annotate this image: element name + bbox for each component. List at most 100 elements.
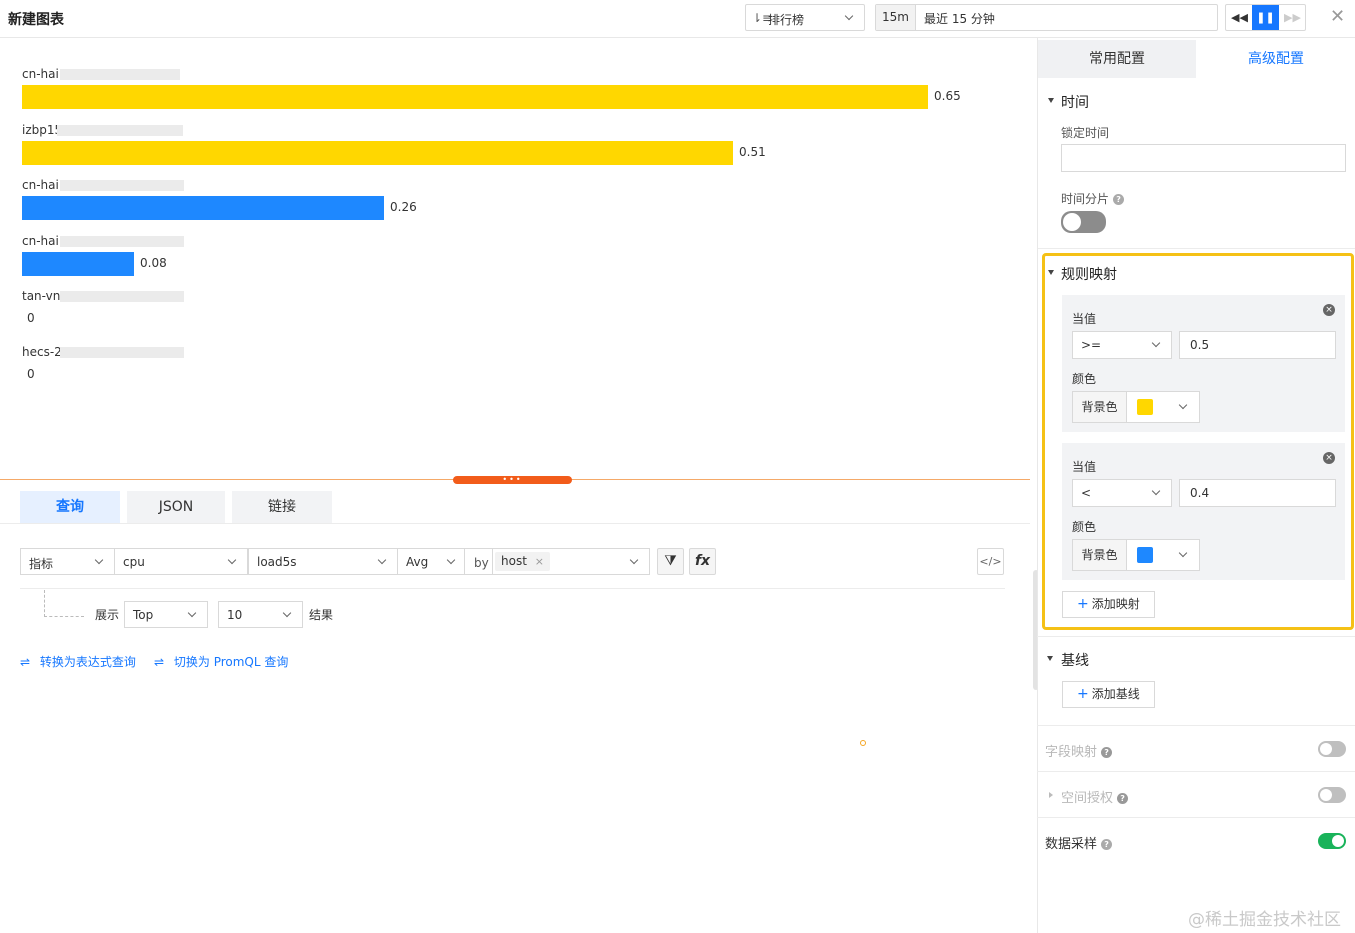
result-label: 结果	[309, 608, 334, 622]
refresh-controls: ◀◀ ❚❚ ▶▶	[1225, 4, 1306, 31]
redacted-mask	[57, 124, 183, 136]
chevron-down-icon	[1178, 400, 1188, 410]
bar[interactable]	[22, 85, 928, 109]
tabs-divider	[0, 523, 1030, 524]
by-divider	[492, 549, 493, 574]
sampling-label: 数据采样?	[1045, 833, 1113, 852]
bar-value-label: 0.26	[390, 200, 417, 214]
close-icon[interactable]: ✕	[1330, 7, 1345, 27]
tab-json[interactable]: JSON	[127, 491, 225, 523]
lock-time-label: 锁定时间	[1061, 126, 1110, 140]
field-value: load5s	[257, 555, 297, 569]
divider	[1037, 725, 1355, 726]
measurement-select[interactable]: cpu	[114, 548, 248, 575]
resize-handle[interactable]: •••	[453, 476, 572, 484]
redacted-mask	[60, 235, 184, 247]
viz-type-select[interactable]: ⇂≡ 排行榜	[745, 4, 865, 31]
help-icon[interactable]: ?	[1101, 747, 1113, 758]
tab-advanced-config[interactable]: 高级配置	[1197, 40, 1355, 78]
chevron-down-icon	[187, 608, 197, 618]
code-icon[interactable]: </>	[977, 548, 1004, 575]
chevron-down-icon	[629, 555, 639, 565]
space-auth-label[interactable]: 空间授权?	[1061, 787, 1129, 806]
caret-down-icon[interactable]	[1048, 98, 1054, 103]
when-label: 当值	[1072, 312, 1097, 326]
tab-common-config[interactable]: 常用配置	[1038, 40, 1196, 78]
close-icon[interactable]: ×	[1323, 452, 1335, 464]
bar-value-label: 0	[27, 366, 35, 381]
when-label: 当值	[1072, 460, 1097, 474]
group-tag[interactable]: host ×	[495, 552, 550, 571]
time-slice-toggle[interactable]	[1061, 211, 1106, 233]
bar[interactable]	[22, 196, 384, 220]
threshold-input[interactable]: 0.5	[1179, 331, 1336, 359]
show-label: 展示	[95, 608, 120, 622]
forward-icon[interactable]: ▶▶	[1279, 5, 1305, 30]
aggregation-select[interactable]: Avg	[397, 548, 465, 575]
chevron-down-icon	[844, 11, 854, 21]
toggle-knob	[1320, 743, 1332, 755]
add-baseline-button[interactable]: + 添加基线	[1062, 681, 1155, 708]
help-icon[interactable]: ?	[1113, 194, 1125, 205]
show-mode-select[interactable]: Top	[124, 601, 208, 628]
caret-down-icon[interactable]	[1047, 656, 1053, 661]
ranking-chart: cn-hai 0.65 izbp15 0.51 cn-hai 0.26 cn-hai 0.08…	[0, 38, 1030, 478]
caret-right-icon[interactable]	[1049, 792, 1053, 798]
operator-select[interactable]: >=	[1072, 331, 1172, 359]
by-label: by	[474, 556, 489, 570]
help-icon[interactable]: ?	[1117, 793, 1129, 804]
chevron-down-icon	[1151, 486, 1161, 496]
switch-promql-link[interactable]: ⇌ 切换为 PromQL 查询	[154, 653, 288, 670]
divider	[1038, 248, 1355, 249]
function-button[interactable]: fx	[689, 548, 716, 575]
lock-time-input[interactable]	[1061, 144, 1346, 172]
bar-value-label: 0.08	[140, 255, 167, 270]
toggle-knob	[1320, 789, 1332, 801]
tab-link[interactable]: 链接	[232, 491, 332, 523]
aggregation-value: Avg	[406, 555, 429, 569]
color-picker[interactable]: 背景色	[1072, 391, 1200, 423]
field-mapping-label: 字段映射?	[1045, 741, 1113, 760]
threshold-value: 0.4	[1190, 486, 1210, 500]
operator-select[interactable]: <	[1072, 479, 1172, 507]
color-target-label: 背景色	[1073, 392, 1127, 422]
section-baseline[interactable]: 基线	[1061, 650, 1089, 670]
viz-type-label: 排行榜	[768, 13, 805, 27]
bar[interactable]	[22, 140, 733, 165]
rewind-icon[interactable]: ◀◀	[1226, 5, 1253, 30]
chevron-down-icon	[446, 555, 456, 565]
color-label: 颜色	[1072, 372, 1097, 386]
color-swatch	[1137, 399, 1153, 415]
sampling-toggle[interactable]	[1318, 833, 1346, 849]
redacted-mask	[60, 69, 180, 80]
field-select[interactable]: load5s	[248, 548, 398, 575]
operator-value: >=	[1081, 338, 1102, 352]
bar-value-label: 0.51	[739, 144, 766, 159]
space-auth-toggle[interactable]	[1318, 787, 1346, 803]
toggle-knob	[1063, 213, 1081, 231]
metric-type-select[interactable]: 指标	[20, 548, 115, 575]
watermark: @稀土掘金技术社区	[1188, 910, 1341, 930]
time-range-picker[interactable]: 15m 最近 15 分钟	[875, 4, 1218, 31]
swap-icon: ⇌	[154, 655, 165, 669]
show-count-value: 10	[227, 608, 243, 622]
bar[interactable]	[22, 251, 134, 276]
add-mapping-label: 添加映射	[1091, 597, 1140, 611]
show-mode-value: Top	[133, 608, 154, 622]
show-count-select[interactable]: 10	[218, 601, 303, 628]
threshold-input[interactable]: 0.4	[1179, 479, 1336, 507]
tab-query[interactable]: 查询	[20, 491, 120, 523]
field-mapping-toggle[interactable]	[1318, 741, 1346, 757]
help-icon[interactable]: ?	[1101, 839, 1113, 850]
color-picker[interactable]: 背景色	[1072, 539, 1200, 571]
pause-icon[interactable]: ❚❚	[1252, 5, 1279, 30]
section-time[interactable]: 时间	[1061, 92, 1089, 112]
chevron-down-icon	[377, 555, 387, 565]
filter-icon[interactable]: ⧩	[657, 548, 684, 575]
rule-card: × 当值 < 0.4 颜色 背景色	[1062, 443, 1345, 580]
chevron-down-icon	[227, 555, 237, 565]
add-mapping-button[interactable]: + 添加映射	[1062, 591, 1155, 618]
tag-close-icon[interactable]: ×	[535, 555, 544, 568]
close-icon[interactable]: ×	[1323, 304, 1335, 316]
convert-expression-link[interactable]: ⇌ 转换为表达式查询	[20, 653, 136, 670]
